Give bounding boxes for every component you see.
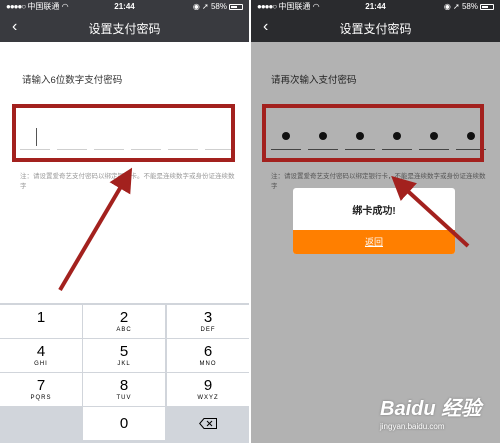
watermark: Baidu 经验 jingyan.baidu.com (380, 392, 498, 440)
annotation-arrows (58, 167, 470, 292)
arrow-left (58, 167, 133, 292)
arrow-right (391, 175, 470, 248)
watermark-url: jingyan.baidu.com (380, 422, 445, 431)
watermark-brand: Baidu 经验 (380, 398, 482, 420)
